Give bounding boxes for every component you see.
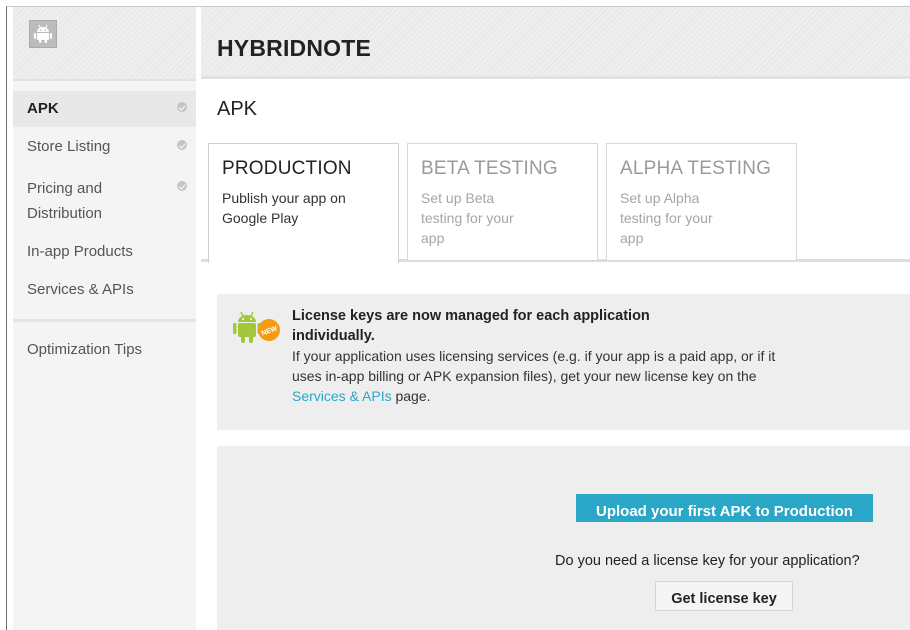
sidebar-item-services-apis[interactable]: Services & APIs	[13, 277, 196, 305]
sidebar-item-label: Pricing and Distribution	[27, 180, 103, 222]
sidebar-item-pricing-distribution[interactable]: Pricing and Distribution	[13, 174, 196, 224]
upload-panel: Upload your first APK to Production Do y…	[217, 446, 910, 630]
sidebar-item-label: In-app Products	[27, 243, 133, 260]
check-icon	[177, 102, 187, 112]
upload-apk-button[interactable]: Upload your first APK to Production	[576, 494, 873, 522]
tab-production[interactable]: PRODUCTION Publish your app on Google Pl…	[208, 143, 399, 263]
android-new-icon: NEW	[233, 311, 280, 343]
sidebar-item-in-app-products[interactable]: In-app Products	[13, 239, 196, 267]
notice-body: If your application uses licensing servi…	[292, 346, 792, 406]
sidebar: APK Store Listing Pricing and Distributi…	[13, 79, 196, 630]
license-notice: NEW License keys are now managed for eac…	[217, 294, 910, 430]
page-title: APK	[217, 98, 258, 120]
sidebar-item-apk[interactable]: APK	[13, 91, 196, 127]
tab-alpha-testing[interactable]: ALPHA TESTING Set up Alpha testing for y…	[606, 143, 797, 261]
notice-title: License keys are now managed for each ap…	[292, 308, 650, 344]
tab-title: PRODUCTION	[222, 158, 352, 179]
sidebar-item-store-listing[interactable]: Store Listing	[13, 133, 196, 163]
tab-title: ALPHA TESTING	[620, 158, 772, 179]
tab-description: Set up Alpha testing for your app	[620, 190, 713, 246]
get-license-key-button[interactable]: Get license key	[655, 581, 793, 611]
app-title: HYBRIDNOTE	[217, 35, 372, 61]
logo-area	[13, 7, 196, 79]
license-question: Do you need a license key for your appli…	[555, 553, 860, 569]
sidebar-item-label: Optimization Tips	[27, 341, 143, 358]
tab-title: BETA TESTING	[421, 158, 558, 179]
notice-text: If your application uses licensing servi…	[292, 348, 776, 384]
android-icon[interactable]	[29, 20, 57, 48]
sidebar-item-optimization-tips[interactable]: Optimization Tips	[13, 337, 196, 365]
check-icon	[177, 140, 187, 150]
notice-text-end: page.	[395, 388, 431, 404]
tab-beta-testing[interactable]: BETA TESTING Set up Beta testing for you…	[407, 143, 598, 261]
services-apis-link[interactable]: Services & APIs	[292, 388, 392, 404]
check-icon	[177, 181, 187, 191]
app-header: HYBRIDNOTE	[201, 7, 910, 79]
tab-description: Publish your app on Google Play	[222, 190, 346, 226]
sidebar-item-label: Store Listing	[27, 138, 111, 155]
sidebar-item-label: APK	[27, 100, 59, 117]
sidebar-item-label: Services & APIs	[27, 281, 134, 298]
tab-description: Set up Beta testing for your app	[421, 190, 514, 246]
sidebar-divider	[13, 319, 196, 322]
